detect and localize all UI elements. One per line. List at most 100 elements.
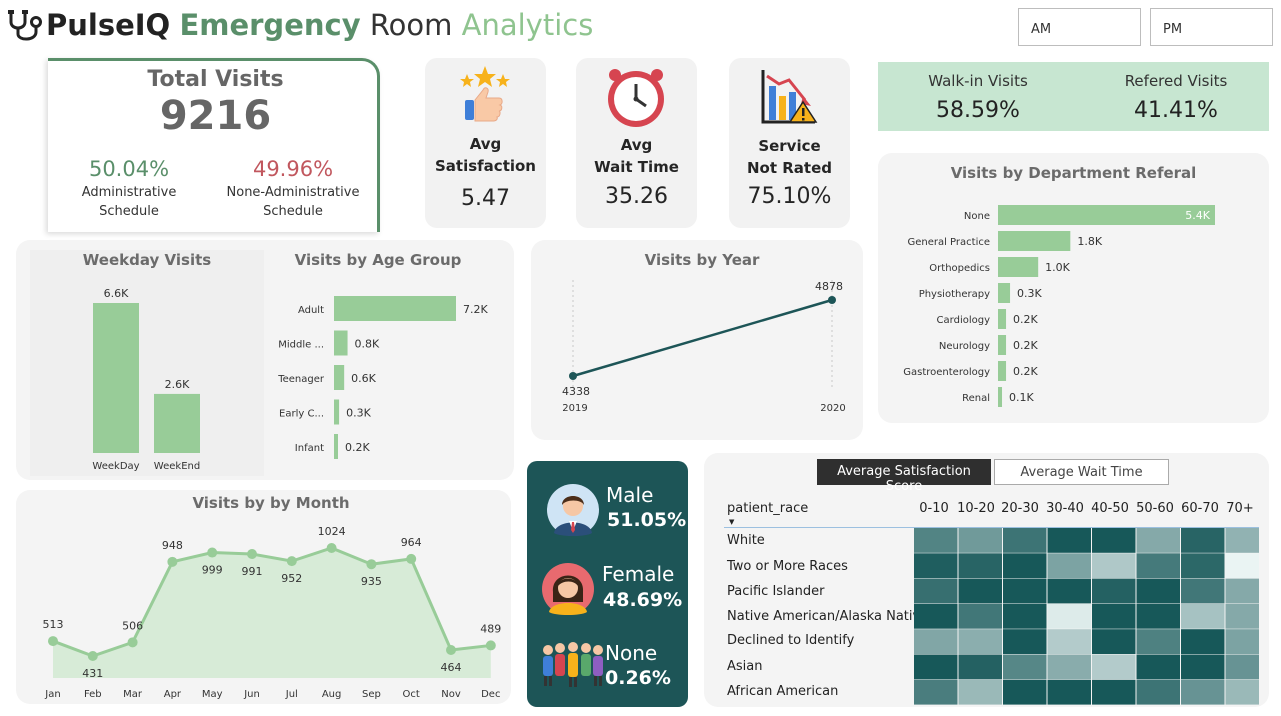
visits-by-year-chart: 4338 2019 4878 2020 [562, 280, 846, 414]
department-category-label: Cardiology [937, 315, 991, 326]
title-word-emergency: Emergency [179, 8, 361, 42]
year-series-line [572, 298, 833, 378]
clock-icon [608, 69, 664, 127]
heatmap-cell [1136, 679, 1180, 705]
age-bar-label: 0.8K [355, 338, 380, 351]
pm-slicer-button[interactable]: PM [1150, 8, 1273, 46]
heatmap-cell [1136, 553, 1180, 579]
row-label-african-american: African American [727, 684, 839, 699]
weekday-category-label: WeekDay [92, 461, 139, 472]
department-bar-label: 0.3K [1017, 287, 1042, 300]
heatmap-cell [1092, 679, 1136, 705]
heatmap-cell [914, 629, 958, 654]
month-point [87, 651, 98, 661]
heatmap-cell [958, 603, 1002, 629]
department-bar-label: 5.4K [1185, 209, 1210, 222]
heatmap-cell [914, 578, 958, 604]
month-value-label: 506 [122, 619, 143, 632]
avg-wait-time-value: 35.26 [605, 184, 668, 209]
avg-satisfaction-label-1: Avg [469, 135, 502, 153]
tab-average-satisfaction[interactable]: Average Satisfaction Score [817, 459, 991, 494]
heatmap-cell [1047, 679, 1091, 705]
month-value-label: 935 [361, 575, 382, 588]
age-category-label: Infant [295, 443, 324, 454]
heatmap-cell [1181, 553, 1225, 579]
heatmap-cell [914, 603, 958, 629]
row-label-pacific-islander: Pacific Islander [727, 584, 825, 599]
service-not-rated-value: 75.10% [747, 184, 832, 209]
heatmap-cell [1225, 603, 1259, 629]
heatmap-cell [1225, 528, 1259, 553]
department-category-label: General Practice [907, 237, 990, 248]
nonadmin-label-1: None-Administrative [226, 185, 360, 200]
month-point [167, 556, 178, 567]
age-bar [334, 399, 340, 425]
heatmap-cell [1225, 553, 1259, 579]
referred-label: Refered Visits [1124, 72, 1228, 90]
male-label: Male [606, 483, 654, 507]
nonadmin-pct: 49.96% [252, 157, 334, 181]
year-value-label: 4338 [562, 385, 590, 398]
admin-label-2: Schedule [99, 204, 159, 219]
heatmap-cell [1092, 578, 1136, 604]
department-bar [998, 231, 1071, 251]
group-people-icon [543, 642, 603, 687]
total-visits-value: 9216 [159, 93, 272, 139]
month-axis-label: Sep [362, 689, 381, 700]
heatmap-cell [914, 654, 958, 680]
heatmap-cell [958, 553, 1002, 579]
heatmap-cell [914, 553, 958, 579]
month-value-label: 1024 [318, 525, 346, 538]
col-30-40: 30-40 [1046, 501, 1084, 516]
walkin-label: Walk-in Visits [928, 72, 1028, 90]
heatmap-grid [914, 528, 1259, 705]
heatmap-cell [1003, 578, 1047, 604]
gender-card: Male 51.05% Female 48.69% None 0.26% [527, 461, 688, 707]
tab-average-wait-time[interactable]: Average Wait Time [994, 459, 1169, 485]
age-bar-label: 0.2K [345, 441, 370, 454]
month-point [485, 640, 496, 651]
heatmap-cell [1181, 654, 1225, 680]
month-axis-label: Mar [123, 689, 143, 700]
heatmap-cell [1225, 578, 1259, 604]
avg-satisfaction-card: Avg Satisfaction 5.47 [425, 58, 546, 228]
walkin-value: 58.59% [936, 98, 1020, 123]
referral-split-card: Walk-in Visits 58.59% Refered Visits 41.… [878, 62, 1269, 131]
male-value: 51.05% [607, 509, 687, 531]
age-bar [334, 365, 345, 390]
heatmap-cell [1136, 603, 1180, 629]
month-axis-label: Jul [285, 689, 298, 700]
col-60-70: 60-70 [1181, 501, 1219, 516]
none-value: 0.26% [605, 667, 671, 689]
department-bar-label: 0.2K [1013, 339, 1038, 352]
heatmap-cell [1092, 528, 1136, 553]
patient-race-header[interactable]: patient_race [727, 501, 808, 516]
month-axis-label: May [202, 689, 223, 700]
weekday-visits-chart: 6.6K WeekDay 2.6K WeekEnd 7.2K Adult 0.8K Middl… [92, 287, 488, 472]
age-bar [334, 296, 456, 321]
year-axis-label: 2019 [562, 403, 587, 414]
department-bar-label: 0.1K [1009, 391, 1034, 404]
heatmap-cell [1181, 629, 1225, 654]
sort-down-icon: ▼ [729, 518, 735, 526]
title-word-analytics: Analytics [461, 8, 594, 42]
avg-wait-time-label-2: Wait Time [594, 158, 679, 176]
heatmap-cell [1003, 603, 1047, 629]
row-label-white: White [727, 533, 765, 548]
heatmap-cell [1181, 528, 1225, 553]
month-axis-label: Nov [441, 689, 461, 700]
thumbs-up-stars-icon [460, 66, 510, 122]
weekday-bar-label: 2.6K [165, 378, 190, 391]
am-slicer-button[interactable]: AM [1018, 8, 1141, 46]
heatmap-cell [1047, 654, 1091, 680]
heatmap-cell [1092, 553, 1136, 579]
nonadmin-label-2: Schedule [263, 204, 323, 219]
heatmap-cell [958, 578, 1002, 604]
heatmap-cell [958, 679, 1002, 705]
heatmap-cell [1225, 654, 1259, 680]
department-bar [998, 335, 1007, 355]
heatmap-cell [1181, 578, 1225, 604]
heatmap-cell [1003, 679, 1047, 705]
age-category-label: Teenager [277, 374, 325, 385]
month-value-label: 948 [162, 539, 183, 552]
